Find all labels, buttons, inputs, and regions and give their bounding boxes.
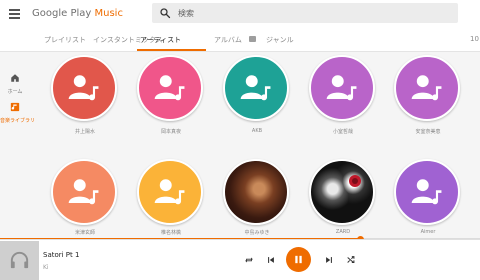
- pause-icon: [295, 255, 302, 264]
- artist-avatar: [51, 159, 117, 225]
- artist-card[interactable]: [309, 159, 375, 225]
- artist-avatar: [137, 55, 203, 121]
- artist-card[interactable]: [309, 55, 375, 121]
- artist-avatar: [223, 55, 289, 121]
- artist-name[interactable]: 椎名林檎: [131, 229, 211, 236]
- artist-avatar: [137, 159, 203, 225]
- skip-next-icon[interactable]: [324, 255, 334, 265]
- search-icon[interactable]: [159, 7, 171, 19]
- tab-albums[interactable]: アルバム: [214, 35, 242, 45]
- artist-avatar: [309, 55, 375, 121]
- top-app-bar: Google Play Music: [0, 0, 480, 30]
- artist-avatar: [394, 159, 460, 225]
- library-icon: [10, 102, 20, 112]
- artist-card[interactable]: [394, 159, 460, 225]
- active-tab-indicator: [137, 49, 206, 51]
- artist-photo: [223, 159, 289, 225]
- artist-card[interactable]: [223, 55, 289, 121]
- artist-placeholder-icon: [326, 75, 357, 101]
- app-logo[interactable]: Google Play Music: [32, 8, 123, 19]
- song-artist[interactable]: Ki: [43, 264, 49, 271]
- shuffle-icon[interactable]: [346, 255, 356, 265]
- pause-button[interactable]: [286, 247, 311, 272]
- artist-name[interactable]: 米津玄師: [45, 229, 125, 236]
- nav-home-label: ホーム: [7, 89, 23, 95]
- song-title[interactable]: Satori Pt 1: [43, 251, 79, 259]
- menu-icon[interactable]: [9, 9, 20, 19]
- artist-name[interactable]: 井上陽水: [45, 128, 125, 135]
- skip-previous-icon[interactable]: [266, 255, 276, 265]
- artist-avatar: [51, 55, 117, 121]
- tab-overflow[interactable]: 10: [470, 35, 479, 43]
- artist-placeholder-icon: [240, 75, 271, 101]
- artist-name[interactable]: 小室哲哉: [303, 128, 383, 135]
- artist-name[interactable]: 安室奈美恵: [388, 128, 468, 135]
- home-icon: [11, 74, 19, 82]
- nav-library[interactable]: 音楽ライブラリ: [0, 97, 36, 124]
- artist-placeholder-icon: [154, 179, 185, 205]
- artist-placeholder-icon: [154, 75, 185, 101]
- tab-genres[interactable]: ジャンル: [266, 35, 294, 45]
- artist-card[interactable]: [51, 159, 117, 225]
- artist-card[interactable]: [394, 55, 460, 121]
- artist-placeholder-icon: [68, 75, 99, 101]
- artist-photo: [309, 159, 375, 225]
- artist-card[interactable]: [137, 159, 203, 225]
- artist-card[interactable]: [51, 55, 117, 121]
- search-input[interactable]: [178, 6, 438, 20]
- player-bar: Satori Pt 1 Ki: [0, 239, 480, 280]
- brand-accent: Music: [94, 8, 123, 19]
- artist-name[interactable]: ZARD: [303, 229, 383, 235]
- headphones-icon: [10, 251, 29, 269]
- nav-home[interactable]: ホーム: [0, 68, 30, 95]
- artist-name[interactable]: 岡本真夜: [131, 128, 211, 135]
- tab-artists[interactable]: アーティスト: [140, 35, 181, 45]
- tab-bar: プレイリスト インスタントミックス アーティスト アルバム ジャンル 10: [0, 30, 480, 52]
- tab-playlists[interactable]: プレイリスト: [44, 35, 86, 45]
- rose-graphic: [349, 175, 361, 187]
- artist-name[interactable]: 中島みゆき: [217, 229, 297, 236]
- artist-card[interactable]: [137, 55, 203, 121]
- brand-main: Google Play: [32, 8, 92, 19]
- search-box[interactable]: [152, 3, 458, 23]
- artist-avatar: [394, 55, 460, 121]
- artist-placeholder-icon: [68, 179, 99, 205]
- nav-library-label: 音楽ライブラリ: [0, 118, 36, 124]
- artist-placeholder-icon: [411, 75, 442, 101]
- genre-icon: [249, 36, 256, 42]
- artist-card[interactable]: [223, 159, 289, 225]
- artist-name[interactable]: Aimer: [388, 229, 468, 235]
- artist-name[interactable]: AKB: [217, 128, 297, 134]
- repeat-icon[interactable]: [244, 255, 254, 265]
- album-art[interactable]: [0, 241, 39, 280]
- artist-placeholder-icon: [411, 179, 442, 205]
